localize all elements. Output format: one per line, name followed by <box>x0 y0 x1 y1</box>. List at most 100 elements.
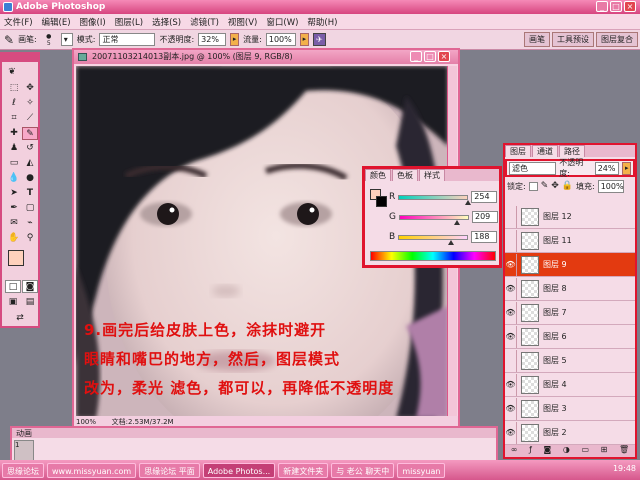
crop-tool-icon[interactable]: ⌗ <box>6 112 22 125</box>
layer-mask-icon[interactable]: ◙ <box>544 445 552 457</box>
dodge-tool-icon[interactable]: ● <box>22 172 38 185</box>
eye-icon[interactable]: 👁 <box>505 325 517 348</box>
menu-item[interactable]: 视图(V) <box>228 16 257 28</box>
eye-icon[interactable]: 👁 <box>505 301 517 324</box>
eye-icon[interactable]: 👁 <box>505 253 517 276</box>
eye-icon[interactable]: 👁 <box>505 397 517 420</box>
doc-close-button[interactable]: × <box>438 51 450 62</box>
layer-row[interactable]: 👁 图层 4 <box>505 373 635 397</box>
flow-input[interactable]: 100% <box>265 33 296 46</box>
brush-dropdown-arrow[interactable]: ▾ <box>60 33 73 46</box>
taskbar-item[interactable]: 思缘论坛 <box>2 462 44 478</box>
layers-panel-tab[interactable]: 路径 <box>559 145 585 157</box>
eyedropper-tool-icon[interactable]: ⌁ <box>22 217 38 230</box>
clone-stamp-tool-icon[interactable]: ♟ <box>6 142 22 155</box>
menu-item[interactable]: 选择(S) <box>152 16 181 28</box>
layer-row[interactable]: 👁 图层 7 <box>505 301 635 325</box>
menu-item[interactable]: 图像(I) <box>80 16 106 28</box>
adjustment-layer-icon[interactable]: ◑ <box>563 445 570 457</box>
eye-icon[interactable]: 👁 <box>505 373 517 396</box>
channel-slider[interactable] <box>398 234 469 245</box>
document-title[interactable]: 20071103214013副本.jpg @ 100% (图层 9, RGB/8… <box>74 50 458 64</box>
menu-item[interactable]: 编辑(E) <box>42 16 71 28</box>
slider-thumb[interactable] <box>447 239 454 245</box>
eye-icon[interactable] <box>505 349 517 372</box>
notes-tool-icon[interactable]: ✉ <box>6 217 22 230</box>
layer-style-icon[interactable]: ƒ <box>529 445 532 457</box>
doc-maximize-button[interactable]: □ <box>424 51 436 62</box>
lock-move-icon[interactable]: ✥ <box>551 181 559 191</box>
layer-row[interactable]: 图层 11 <box>505 229 635 253</box>
foreground-color-swatch[interactable] <box>8 250 24 266</box>
brush-preset-picker[interactable]: ● 5 <box>41 33 57 47</box>
flow-slider-arrow[interactable]: ▸ <box>299 33 309 46</box>
new-group-icon[interactable]: ▭ <box>581 445 589 457</box>
layers-panel-tab[interactable]: 通道 <box>532 145 558 157</box>
opacity-slider-arrow[interactable]: ▸ <box>230 33 240 46</box>
channel-value-input[interactable]: 254 <box>471 191 498 203</box>
channel-slider[interactable] <box>398 214 469 225</box>
color-panel-tab[interactable]: 样式 <box>419 169 445 181</box>
color-spectrum-bar[interactable] <box>370 251 496 261</box>
taskbar-item[interactable]: Adobe Photos... <box>202 462 276 478</box>
eye-icon[interactable]: 👁 <box>505 421 517 444</box>
marquee-tool-icon[interactable]: ⬚ <box>6 82 22 95</box>
zoom-tool-icon[interactable]: ⚲ <box>22 232 38 245</box>
history-brush-tool-icon[interactable]: ↺ <box>22 142 38 155</box>
layer-row[interactable]: 图层 12 <box>505 205 635 229</box>
taskbar-item[interactable]: 新建文件夹 <box>278 462 329 478</box>
pen-tool-icon[interactable]: ✒ <box>6 202 22 215</box>
fill-input[interactable]: 100% <box>597 179 624 193</box>
minimize-button[interactable]: _ <box>596 1 608 12</box>
layer-opacity-arrow[interactable]: ▸ <box>622 161 631 175</box>
jump-to-imageready-icon[interactable]: ⇄ <box>12 312 28 325</box>
layer-row[interactable]: 👁 图层 9 <box>505 253 635 277</box>
screen-mode-full-icon[interactable]: ▤ <box>22 296 38 309</box>
color-panel-background-swatch[interactable] <box>376 196 387 207</box>
slider-thumb[interactable] <box>465 199 471 205</box>
taskbar-item[interactable]: 与 老公 聊天中 <box>331 462 395 478</box>
standard-mode-icon[interactable]: □ <box>5 280 21 293</box>
doc-minimize-button[interactable]: _ <box>410 51 422 62</box>
palette-well-tab[interactable]: 画笔 <box>524 32 550 47</box>
link-layers-icon[interactable]: ∞ <box>511 445 518 457</box>
palette-well-tab[interactable]: 工具预设 <box>552 32 594 47</box>
channel-value-input[interactable]: 209 <box>471 211 498 223</box>
magic-wand-tool-icon[interactable]: ✧ <box>22 97 38 110</box>
screen-mode-standard-icon[interactable]: ▣ <box>5 296 21 309</box>
move-tool-icon[interactable]: ✥ <box>22 82 38 95</box>
layer-row[interactable]: 👁 图层 6 <box>505 325 635 349</box>
close-button[interactable]: × <box>624 1 636 12</box>
new-layer-icon[interactable]: ⊞ <box>601 445 608 457</box>
color-panel-tab[interactable]: 颜色 <box>365 169 391 181</box>
layer-row[interactable]: 👁 图层 8 <box>505 277 635 301</box>
layers-panel-tab[interactable]: 图层 <box>505 145 531 157</box>
eye-icon[interactable] <box>505 229 517 252</box>
menu-item[interactable]: 图层(L) <box>115 16 143 28</box>
taskbar-item[interactable]: www.missyuan.com <box>47 462 137 478</box>
menu-item[interactable]: 帮助(H) <box>307 16 337 28</box>
paint-bucket-tool-icon[interactable]: ◭ <box>22 157 38 170</box>
palette-well-tab[interactable]: 图层复合 <box>596 32 638 47</box>
quick-mask-mode-icon[interactable]: ◙ <box>22 280 38 293</box>
hand-tool-icon[interactable]: ✋ <box>6 232 22 245</box>
layer-row[interactable]: 👁 图层 2 <box>505 421 635 445</box>
maximize-button[interactable]: □ <box>610 1 622 12</box>
slider-thumb[interactable] <box>454 219 461 225</box>
path-selection-tool-icon[interactable]: ➤ <box>6 187 22 200</box>
lasso-tool-icon[interactable]: ℓ <box>6 97 22 110</box>
mode-select[interactable]: 正常 <box>99 33 156 46</box>
layer-row[interactable]: 图层 5 <box>505 349 635 373</box>
healing-brush-tool-icon[interactable]: ✚ <box>6 127 22 140</box>
eraser-tool-icon[interactable]: ▭ <box>6 157 22 170</box>
channel-slider[interactable] <box>398 194 471 205</box>
delete-layer-icon[interactable]: 🗑 <box>619 445 629 457</box>
channel-value-input[interactable]: 188 <box>471 231 498 243</box>
blend-mode-select[interactable]: 滤色 <box>509 161 557 175</box>
taskbar-item[interactable]: missyuan <box>397 462 446 478</box>
brush-tool-icon-selected[interactable]: ✎ <box>22 127 38 140</box>
eye-icon[interactable] <box>505 205 517 228</box>
animation-tab[interactable]: 动画 <box>12 428 496 438</box>
lock-brush-icon[interactable]: ✎ <box>541 181 549 191</box>
menu-item[interactable]: 滤镜(T) <box>190 16 219 28</box>
